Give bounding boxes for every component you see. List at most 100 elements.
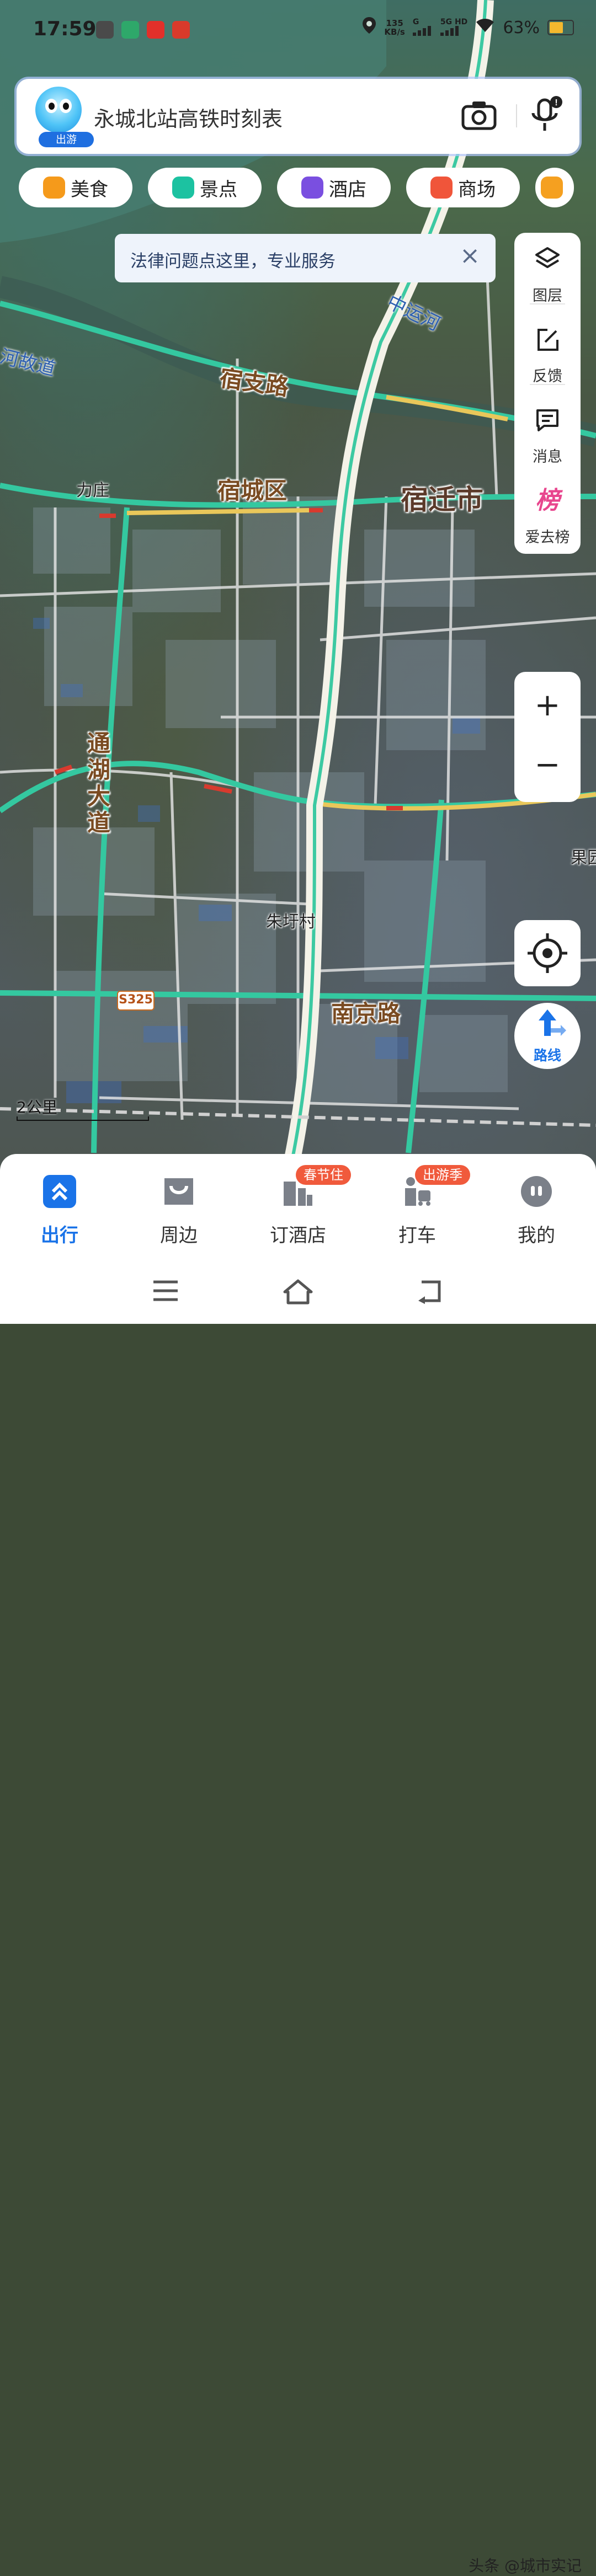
bottom-navigation: 出行 周边 春节住 订酒店 出游季 打车 我的 [0, 1154, 596, 1262]
signal-bars-icon [412, 25, 431, 36]
nav-mine[interactable]: 我的 [477, 1165, 596, 1248]
zoom-out-button[interactable]: − [514, 747, 581, 783]
district-label: 宿城区 [217, 477, 288, 504]
chip-hotel[interactable]: 酒店 [277, 168, 391, 207]
food-icon [43, 177, 65, 199]
menu-icon[interactable] [152, 1279, 179, 1305]
route-shield: S325 [117, 991, 155, 1011]
tool-label: 图层 [533, 287, 562, 304]
place-label-edge: 果园 [571, 848, 596, 868]
nav-hotel[interactable]: 春节住 订酒店 [238, 1165, 358, 1248]
profile-icon [521, 1176, 552, 1207]
signal-1-type: G [412, 17, 419, 26]
tool-messages[interactable]: 消息 [514, 394, 581, 466]
nav-badge: 春节住 [296, 1165, 351, 1185]
travel-icon [43, 1175, 76, 1208]
feedback-icon [538, 329, 558, 351]
place-label-zhuwei: 朱圩村 [266, 912, 316, 932]
divider [530, 303, 565, 304]
app-notification-icon [96, 21, 114, 39]
tool-label: 反馈 [533, 368, 562, 385]
signal-1: G [412, 17, 433, 38]
notice-text: 法律问题点这里，专业服务 [130, 252, 336, 271]
network-speed: 135 KB/s [384, 19, 405, 36]
status-right: 135 KB/s G 5G HD 63% [362, 17, 574, 39]
locate-button[interactable] [514, 920, 581, 986]
chip-more[interactable] [535, 168, 574, 207]
watermark: 头条 @城市实记 [469, 2557, 582, 2575]
more-category-icon [541, 177, 563, 199]
scale-label: 2公里 [17, 1098, 57, 1116]
app-notification-icon [147, 21, 164, 39]
network-speed-value: 135 [386, 18, 403, 28]
nav-travel[interactable]: 出行 [0, 1165, 119, 1248]
message-icon [536, 409, 558, 431]
status-time: 17:59 [33, 18, 97, 40]
signal-bars-icon [440, 25, 459, 36]
svg-text:!: ! [555, 98, 557, 108]
home-icon[interactable] [283, 1279, 313, 1307]
nav-label: 我的 [518, 1225, 555, 1247]
microphone-icon[interactable]: ! [530, 95, 563, 134]
category-chips: 美食 景点 酒店 商场 [19, 168, 574, 207]
ranking-icon: 榜 [535, 487, 560, 515]
back-icon[interactable] [417, 1279, 444, 1307]
mascot-eye [60, 99, 72, 113]
nav-label: 周边 [160, 1225, 198, 1247]
close-icon[interactable]: × [460, 244, 480, 268]
tool-feedback[interactable]: 反馈 [514, 313, 581, 385]
camera-icon[interactable] [461, 100, 497, 131]
mascot-avatar[interactable]: 出游 [35, 87, 94, 147]
location-icon [362, 17, 376, 39]
mascot-eye [45, 99, 57, 113]
route-button[interactable]: 路线 [514, 1003, 581, 1069]
tool-layers[interactable]: 图层 [514, 233, 581, 304]
route-arrow-icon [539, 1009, 566, 1036]
mall-icon [430, 177, 453, 199]
search-divider [516, 104, 517, 127]
search-bar[interactable]: 出游 永城北站高铁时刻表 ! [17, 79, 579, 154]
scenic-icon [172, 177, 194, 199]
app-notification-icon [121, 21, 139, 39]
system-navigation: 头条 @城市实记 [0, 1262, 596, 2575]
battery-percent: 63% [503, 18, 540, 38]
chip-food[interactable]: 美食 [19, 168, 132, 207]
nav-nearby[interactable]: 周边 [119, 1165, 238, 1248]
chip-mall[interactable]: 商场 [406, 168, 520, 207]
chip-label: 商场 [458, 178, 496, 201]
notice-banner[interactable]: 法律问题点这里，专业服务 × [115, 234, 496, 282]
hotel-icon [301, 177, 323, 199]
city-label: 宿迁市 [401, 484, 483, 516]
nav-taxi[interactable]: 出游季 打车 [358, 1165, 477, 1248]
nav-label: 出行 [41, 1225, 78, 1247]
road-label-nanjing: 南京路 [331, 1000, 401, 1027]
nav-badge: 出游季 [415, 1165, 470, 1185]
nav-label: 订酒店 [270, 1225, 326, 1247]
zoom-control: + − [514, 672, 581, 802]
app-notification-icon [172, 21, 190, 39]
chip-scenic[interactable]: 景点 [148, 168, 262, 207]
mascot-badge: 出游 [39, 132, 94, 147]
tool-ranking[interactable]: 榜 爱去榜 [514, 474, 581, 546]
battery-icon [547, 20, 574, 35]
road-label-tonghu: 通湖大道 [87, 730, 111, 836]
divider [530, 384, 565, 385]
status-bar: 17:59 135 KB/s G 5G HD 63% [0, 0, 596, 61]
chip-label: 酒店 [329, 178, 366, 201]
chip-label: 景点 [200, 178, 237, 201]
tool-label: 消息 [533, 448, 562, 466]
nearby-icon [164, 1178, 193, 1205]
chip-label: 美食 [71, 178, 108, 201]
place-label-lizhuang: 力庄 [76, 481, 109, 500]
zoom-in-button[interactable]: + [514, 687, 581, 723]
signal-2-type: 5G HD [440, 17, 468, 26]
route-label: 路线 [533, 1047, 561, 1063]
search-input[interactable]: 永城北站高铁时刻表 [94, 102, 283, 132]
notification-icons [96, 21, 190, 39]
layers-icon [535, 247, 560, 268]
nav-label: 打车 [398, 1225, 436, 1247]
locate-icon [528, 933, 567, 973]
tool-label: 爱去榜 [525, 529, 570, 546]
network-speed-unit: KB/s [384, 27, 405, 37]
signal-2: 5G HD [440, 18, 467, 38]
